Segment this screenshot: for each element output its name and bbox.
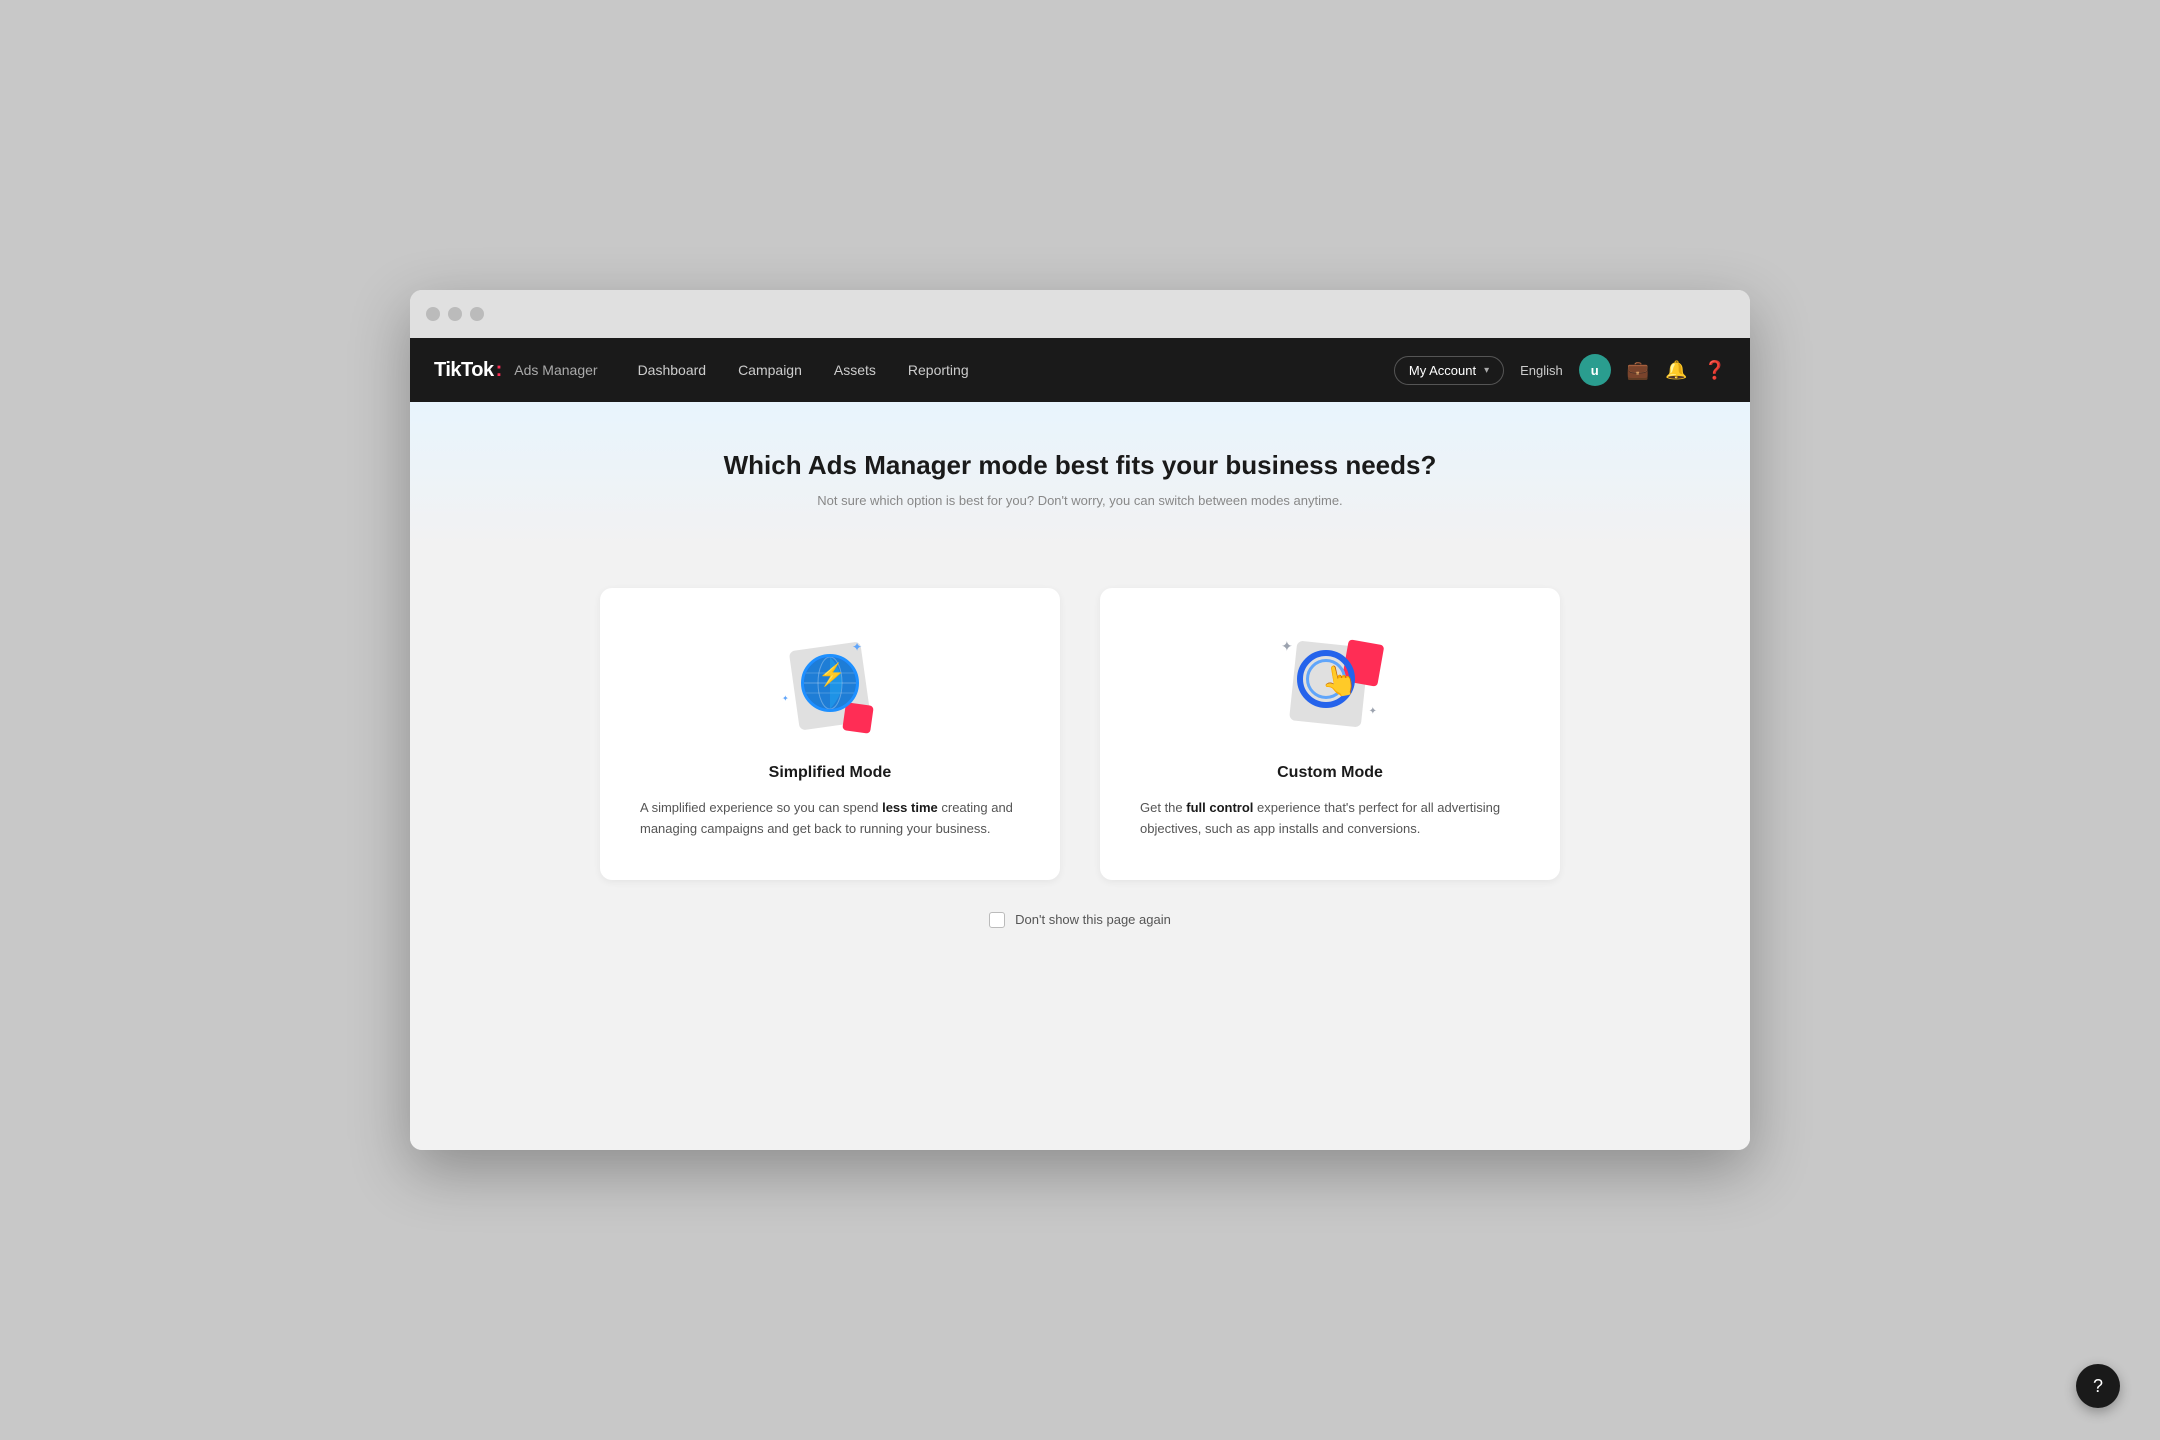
simplified-illustration: ⚡ ✦ ✦: [640, 636, 1020, 736]
simplified-mode-desc: A simplified experience so you can spend…: [640, 798, 1020, 840]
browser-minimize-btn[interactable]: [448, 307, 462, 321]
custom-star2-icon: ✦: [1369, 706, 1377, 717]
hand-icon: 👆: [1318, 661, 1361, 702]
simplified-pink-corner: [842, 702, 874, 734]
mode-cards-row: ⚡ ✦ ✦ Simplified Mode A simplified exper…: [600, 588, 1560, 880]
help-icon[interactable]: ❓: [1704, 360, 1726, 381]
custom-desc-part1: Get the: [1140, 800, 1186, 815]
star1-icon: ✦: [852, 640, 862, 654]
lightning-icon: ⚡: [818, 662, 845, 688]
simplified-desc-bold: less time: [882, 800, 938, 815]
user-avatar[interactable]: u: [1579, 354, 1611, 386]
my-account-label: My Account: [1409, 363, 1476, 378]
star2-icon: ✦: [782, 694, 789, 703]
nav-reporting[interactable]: Reporting: [908, 362, 969, 378]
hero-section: Which Ads Manager mode best fits your bu…: [410, 402, 1750, 548]
simplified-desc-part1: A simplified experience so you can spend: [640, 800, 882, 815]
navbar: TikTok: Ads Manager Dashboard Campaign A…: [410, 338, 1750, 402]
nav-links: Dashboard Campaign Assets Reporting: [638, 362, 1394, 378]
browser-maximize-btn[interactable]: [470, 307, 484, 321]
custom-mode-title: Custom Mode: [1277, 764, 1383, 782]
tiktok-wordmark: TikTok: [434, 359, 494, 382]
custom-mode-card[interactable]: 👆 ✦ ✦ Custom Mode Get the full control e…: [1100, 588, 1560, 880]
nav-campaign[interactable]: Campaign: [738, 362, 802, 378]
browser-close-btn[interactable]: [426, 307, 440, 321]
custom-star1-icon: ✦: [1281, 638, 1293, 655]
briefcase-icon[interactable]: 💼: [1627, 360, 1649, 381]
nav-assets[interactable]: Assets: [834, 362, 876, 378]
browser-window: TikTok: Ads Manager Dashboard Campaign A…: [410, 290, 1750, 1150]
hero-subtitle: Not sure which option is best for you? D…: [430, 493, 1730, 508]
my-account-button[interactable]: My Account ▾: [1394, 356, 1504, 385]
simplified-mode-card[interactable]: ⚡ ✦ ✦ Simplified Mode A simplified exper…: [600, 588, 1060, 880]
language-selector[interactable]: English: [1520, 363, 1563, 378]
main-content: ⚡ ✦ ✦ Simplified Mode A simplified exper…: [410, 548, 1750, 1150]
custom-mode-desc: Get the full control experience that's p…: [1140, 798, 1520, 840]
nav-dashboard[interactable]: Dashboard: [638, 362, 707, 378]
custom-desc-bold: full control: [1186, 800, 1253, 815]
navbar-right: My Account ▾ English u 💼 🔔 ❓: [1394, 354, 1726, 386]
dont-show-row: Don't show this page again: [989, 912, 1171, 928]
browser-content: TikTok: Ads Manager Dashboard Campaign A…: [410, 338, 1750, 1150]
bell-icon[interactable]: 🔔: [1665, 360, 1687, 381]
simplified-graphic: ⚡ ✦ ✦: [780, 636, 880, 736]
tiktok-dot: :: [496, 359, 503, 382]
dont-show-checkbox[interactable]: [989, 912, 1005, 928]
floating-help-button[interactable]: ?: [2076, 1364, 2120, 1408]
browser-titlebar: [410, 290, 1750, 338]
dont-show-label[interactable]: Don't show this page again: [1015, 912, 1171, 927]
custom-illustration: 👆 ✦ ✦: [1140, 636, 1520, 736]
ads-manager-label: Ads Manager: [514, 362, 597, 378]
brand: TikTok: Ads Manager: [434, 359, 598, 382]
chevron-down-icon: ▾: [1484, 365, 1489, 376]
custom-graphic: 👆 ✦ ✦: [1275, 636, 1385, 736]
simplified-mode-title: Simplified Mode: [769, 764, 892, 782]
hero-title: Which Ads Manager mode best fits your bu…: [430, 450, 1730, 481]
tiktok-logo: TikTok:: [434, 359, 502, 382]
